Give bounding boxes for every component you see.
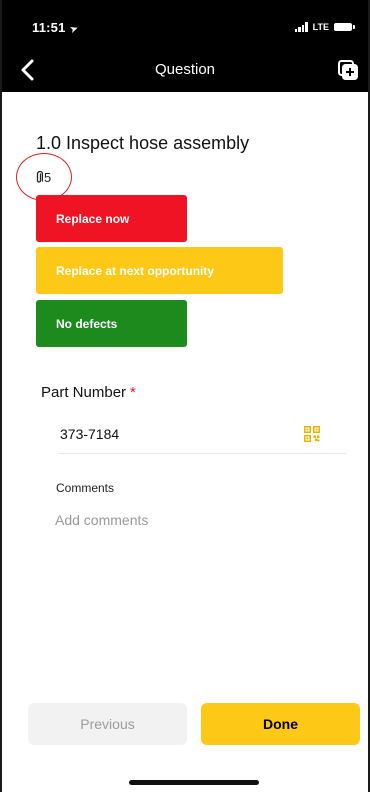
- option-no-defects-button[interactable]: No defects: [36, 300, 187, 347]
- comments-label: Comments: [56, 481, 115, 495]
- done-button-label: Done: [263, 716, 298, 732]
- done-button[interactable]: Done: [201, 703, 360, 745]
- page-title: Question: [154, 61, 216, 78]
- part-number-field[interactable]: 373-7184: [58, 410, 346, 454]
- paperclip-icon: [36, 171, 43, 183]
- battery-icon: [334, 23, 355, 31]
- attachment-count-value: 5: [44, 170, 52, 185]
- status-time-text: 11:51: [32, 20, 66, 35]
- option-replace-next-opportunity-button[interactable]: Replace at next opportunity: [36, 247, 283, 294]
- cellular-signal-icon: [294, 22, 308, 32]
- home-indicator: [129, 780, 259, 785]
- option-replace-now-button[interactable]: Replace now: [36, 195, 187, 242]
- status-time: 11:51 ➤: [32, 20, 80, 37]
- part-number-value[interactable]: 373-7184: [60, 426, 119, 442]
- nav-bar: Question: [2, 48, 368, 92]
- option-label: Replace at next opportunity: [56, 263, 215, 278]
- add-copy-button[interactable]: [336, 58, 360, 82]
- attachment-count: 5: [35, 170, 51, 185]
- network-type: LTE: [312, 22, 329, 32]
- option-label: Replace now: [56, 211, 130, 226]
- attachment-count-button[interactable]: 5: [16, 153, 72, 201]
- part-number-label-text: Part Number: [41, 384, 127, 401]
- status-bar: 11:51 ➤ LTE: [2, 0, 368, 48]
- option-label: No defects: [56, 316, 118, 331]
- previous-button[interactable]: Previous: [28, 703, 187, 745]
- qr-code-icon: [304, 426, 320, 442]
- part-number-label: Part Number *: [41, 384, 136, 401]
- qr-code-scan-button[interactable]: [304, 426, 320, 442]
- comments-input[interactable]: [55, 508, 345, 532]
- add-copy-icon: [338, 60, 358, 80]
- previous-button-label: Previous: [80, 716, 135, 732]
- required-marker: *: [130, 384, 136, 401]
- location-arrow-icon: ➤: [67, 22, 80, 37]
- status-indicators: LTE: [294, 22, 355, 32]
- phone-screen: 11:51 ➤ LTE Question 1.0 Inspect hose as…: [0, 0, 370, 792]
- question-title: 1.0 Inspect hose assembly: [36, 133, 250, 153]
